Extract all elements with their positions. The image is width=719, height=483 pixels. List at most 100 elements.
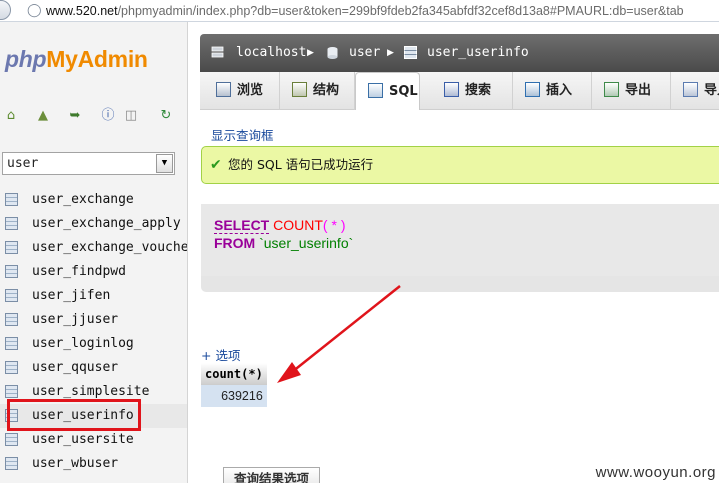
url-text[interactable]: www.520.net/phpmyadmin/index.php?db=user…: [46, 3, 684, 19]
sidebar-table-item[interactable]: user_jifen: [0, 284, 187, 308]
table-icon[interactable]: [5, 361, 18, 374]
watermark: www.wooyun.org: [595, 464, 716, 481]
tab-bar: 浏览 结构 SQL 搜索 插入 导出 导入: [200, 72, 719, 110]
sql-table-name: `user_userinfo`: [259, 235, 354, 251]
sidebar-table-item[interactable]: user_findpwd: [0, 260, 187, 284]
tab-label: SQL: [389, 84, 418, 99]
sidebar-table-name[interactable]: user_jifen: [32, 287, 110, 305]
globe-icon: ◯: [27, 3, 42, 18]
back-button-icon[interactable]: [0, 0, 11, 20]
logo-my: My: [46, 46, 78, 72]
insert-icon: [525, 82, 540, 97]
table-icon[interactable]: [5, 313, 18, 326]
success-message-text: 您的 SQL 语句已成功运行: [228, 157, 374, 172]
sql-select-keyword[interactable]: SELECT: [214, 217, 270, 234]
database-select[interactable]: user ▼: [2, 152, 175, 175]
logout-icon[interactable]: ▲: [35, 108, 51, 124]
tab-label: 浏览: [237, 83, 264, 98]
sql-query-box: SELECT COUNT( * ) FROM `user_userinfo`: [201, 204, 719, 292]
import-icon: [683, 82, 698, 97]
docs-icon[interactable]: ◫: [123, 108, 139, 124]
sql-query-area[interactable]: SELECT COUNT( * ) FROM `user_userinfo`: [201, 204, 719, 276]
table-icon[interactable]: [5, 289, 18, 302]
sql-close-paren: ): [340, 217, 346, 233]
result-cell[interactable]: 639216: [201, 385, 267, 407]
sql-line-2: FROM `user_userinfo`: [214, 235, 353, 251]
tab-import[interactable]: 导入: [671, 72, 719, 110]
options-toggle-link[interactable]: + 选项: [201, 345, 240, 364]
breadcrumb-database[interactable]: user: [349, 34, 380, 72]
query-window-icon[interactable]: ➥: [67, 108, 83, 124]
tab-insert[interactable]: 插入: [513, 72, 592, 110]
table-icon[interactable]: [5, 385, 18, 398]
sidebar-table-name[interactable]: user_qquser: [32, 359, 118, 377]
table-icon[interactable]: [5, 433, 18, 446]
sidebar-table-item[interactable]: user_exchange: [0, 188, 187, 212]
server-icon: [211, 46, 224, 58]
breadcrumb: localhost ▶ user ▶ user_userinfo: [200, 34, 719, 72]
tab-label: 插入: [546, 83, 573, 98]
sidebar-table-item[interactable]: user_usersite: [0, 428, 187, 452]
help-icon[interactable]: ⓘ: [100, 108, 116, 124]
success-message: ✔ 您的 SQL 语句已成功运行: [201, 146, 719, 184]
sql-icon: [368, 83, 383, 98]
sidebar-table-name[interactable]: user_wbuser: [32, 455, 118, 473]
phpmyadmin-logo[interactable]: phpMyAdmin: [5, 46, 148, 73]
sidebar-table-item[interactable]: user_exchange_apply: [0, 212, 187, 236]
result-column-header[interactable]: count(*): [201, 363, 267, 385]
table-icon[interactable]: [5, 265, 18, 278]
result-table: count(*) 639216: [201, 363, 267, 407]
sql-star: *: [327, 217, 341, 233]
tab-label: 搜索: [465, 83, 492, 98]
table-icon: [404, 46, 417, 59]
search-icon: [444, 82, 459, 97]
reload-icon[interactable]: ↻: [158, 108, 174, 124]
tab-sql[interactable]: SQL: [355, 72, 420, 110]
check-icon: ✔: [210, 157, 222, 173]
sidebar-table-name[interactable]: user_exchange_apply: [32, 215, 181, 233]
table-row: 639216: [201, 385, 267, 407]
sidebar-table-name[interactable]: user_exchange_vouche: [32, 239, 187, 257]
sql-line-1: SELECT COUNT( * ): [214, 217, 346, 234]
export-icon: [604, 82, 619, 97]
sidebar-table-item[interactable]: user_qquser: [0, 356, 187, 380]
chevron-down-icon[interactable]: ▼: [156, 154, 173, 173]
sidebar-table-name[interactable]: user_findpwd: [32, 263, 126, 281]
sidebar-table-item[interactable]: user_jjuser: [0, 308, 187, 332]
table-icon[interactable]: [5, 193, 18, 206]
url-path: /phpmyadmin/index.php?db=user&token=299b…: [117, 4, 684, 18]
browse-icon: [216, 82, 231, 97]
logo-admin: Admin: [77, 46, 148, 72]
sidebar-table-name[interactable]: user_usersite: [32, 431, 134, 449]
sidebar-table-name[interactable]: user_jjuser: [32, 311, 118, 329]
tab-browse[interactable]: 浏览: [204, 72, 280, 110]
table-icon[interactable]: [5, 457, 18, 470]
query-results-options-tab[interactable]: 查询结果选项: [223, 467, 321, 483]
sidebar-table-item[interactable]: user_wbuser: [0, 452, 187, 476]
breadcrumb-server[interactable]: localhost: [236, 34, 306, 72]
show-query-box-link[interactable]: 显示查询框: [211, 125, 274, 144]
breadcrumb-separator-icon: ▶: [387, 48, 394, 58]
structure-icon: [292, 82, 307, 97]
sql-from-keyword: FROM: [214, 235, 256, 251]
sidebar-table-item[interactable]: user_loginlog: [0, 332, 187, 356]
main-panel: localhost ▶ user ▶ user_userinfo 浏览 结构 SQL…: [189, 22, 719, 483]
breadcrumb-separator-icon: ▶: [307, 48, 314, 58]
table-list: user_exchange user_exchange_apply user_exc…: [0, 188, 187, 476]
table-icon[interactable]: [5, 337, 18, 350]
sidebar-table-name[interactable]: user_loginlog: [32, 335, 134, 353]
logo-php: php: [5, 46, 47, 72]
annotation-highlight-box: [7, 399, 141, 431]
table-icon[interactable]: [5, 241, 18, 254]
table-icon[interactable]: [5, 217, 18, 230]
address-bar[interactable]: ◯ www.520.net/phpmyadmin/index.php?db=us…: [0, 0, 719, 22]
sidebar-table-item[interactable]: user_exchange_vouche: [0, 236, 187, 260]
sidebar-table-name[interactable]: user_exchange: [32, 191, 134, 209]
tab-search[interactable]: 搜索: [432, 72, 513, 110]
home-icon[interactable]: ⌂: [3, 108, 19, 124]
breadcrumb-table[interactable]: user_userinfo: [427, 34, 529, 72]
tab-label: 结构: [313, 83, 340, 98]
tab-structure[interactable]: 结构: [280, 72, 355, 110]
tab-export[interactable]: 导出: [592, 72, 671, 110]
tab-label: 导出: [625, 83, 652, 98]
